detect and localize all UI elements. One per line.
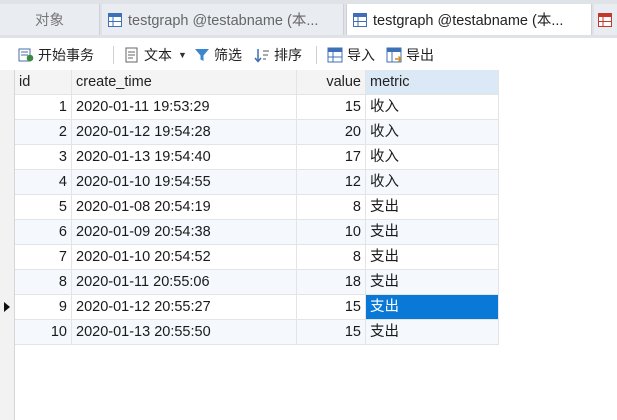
tab-bar: 对象 testgraph @testabname (本... testgraph…	[0, 0, 617, 38]
cell-create-time[interactable]: 2020-01-13 20:55:50	[72, 320, 297, 344]
cell-id[interactable]: 4	[15, 170, 72, 194]
cell-id[interactable]: 1	[15, 95, 72, 119]
tab-more[interactable]	[594, 4, 617, 35]
table-icon	[598, 12, 612, 27]
cell-value[interactable]: 10	[297, 220, 366, 244]
cell-value[interactable]: 8	[297, 195, 366, 219]
sort-label: 排序	[274, 47, 302, 63]
column-header-id[interactable]: id	[15, 70, 72, 94]
text-icon	[125, 47, 138, 63]
text-button[interactable]: 文本 ▼	[124, 44, 187, 66]
cell-id[interactable]: 8	[15, 270, 72, 294]
cell-create-time[interactable]: 2020-01-11 19:53:29	[72, 95, 297, 119]
cell-create-time[interactable]: 2020-01-10 20:54:52	[72, 245, 297, 269]
cell-create-time[interactable]: 2020-01-09 20:54:38	[72, 220, 297, 244]
toolbar: 开始事务 文本 ▼ 筛选 排序 导入 导出	[0, 38, 617, 70]
import-button[interactable]: 导入	[327, 44, 375, 66]
table-row[interactable]: 3 2020-01-13 19:54:40 17 收入	[15, 145, 499, 170]
table-row[interactable]: 4 2020-01-10 19:54:55 12 收入	[15, 170, 499, 195]
cell-value[interactable]: 20	[297, 120, 366, 144]
table-row[interactable]: 5 2020-01-08 20:54:19 8 支出	[15, 195, 499, 220]
cell-metric[interactable]: 支出	[366, 245, 499, 269]
cell-create-time[interactable]: 2020-01-12 20:55:27	[72, 295, 297, 319]
cell-value[interactable]: 15	[297, 320, 366, 344]
cell-value[interactable]: 15	[297, 95, 366, 119]
cell-create-time[interactable]: 2020-01-10 19:54:55	[72, 170, 297, 194]
table-icon	[108, 12, 122, 27]
row-gutter	[0, 70, 15, 420]
tab-objects-label: 对象	[35, 13, 64, 29]
table-row[interactable]: 6 2020-01-09 20:54:38 10 支出	[15, 220, 499, 245]
cell-id[interactable]: 2	[15, 120, 72, 144]
cell-value[interactable]: 8	[297, 245, 366, 269]
column-header-value[interactable]: value	[297, 70, 366, 94]
table-row[interactable]: 2 2020-01-12 19:54:28 20 收入	[15, 120, 499, 145]
begin-transaction-button[interactable]: 开始事务	[18, 44, 94, 66]
tab-testgraph-2[interactable]: testgraph @testabname (本...	[346, 4, 592, 35]
table-row[interactable]: 7 2020-01-10 20:54:52 8 支出	[15, 245, 499, 270]
sort-icon	[254, 49, 269, 63]
cell-metric[interactable]: 收入	[366, 95, 499, 119]
begin-transaction-icon	[18, 48, 34, 62]
tab-objects[interactable]: 对象	[0, 4, 100, 35]
tab-testgraph-1[interactable]: testgraph @testabname (本...	[102, 4, 344, 35]
cell-id[interactable]: 3	[15, 145, 72, 169]
cell-value[interactable]: 17	[297, 145, 366, 169]
cell-create-time[interactable]: 2020-01-12 19:54:28	[72, 120, 297, 144]
column-header-metric[interactable]: metric	[366, 70, 499, 94]
text-label: 文本	[144, 47, 172, 63]
cell-create-time[interactable]: 2020-01-13 19:54:40	[72, 145, 297, 169]
filter-button[interactable]: 筛选	[194, 44, 242, 66]
cell-metric[interactable]: 支出	[366, 320, 499, 344]
toolbar-divider	[113, 46, 114, 64]
filter-icon	[195, 49, 209, 61]
table-row[interactable]: 9 2020-01-12 20:55:27 15 支出	[15, 295, 499, 320]
toolbar-divider	[316, 46, 317, 64]
cell-metric[interactable]: 支出	[366, 220, 499, 244]
import-icon	[327, 47, 343, 63]
cell-id[interactable]: 6	[15, 220, 72, 244]
import-label: 导入	[347, 47, 375, 63]
cell-id[interactable]: 9	[15, 295, 72, 319]
cell-metric[interactable]: 支出	[366, 295, 499, 319]
cell-create-time[interactable]: 2020-01-11 20:55:06	[72, 270, 297, 294]
cell-metric[interactable]: 收入	[366, 170, 499, 194]
export-button[interactable]: 导出	[386, 44, 434, 66]
cell-id[interactable]: 5	[15, 195, 72, 219]
tab-testgraph-1-label: testgraph @testabname (本...	[128, 13, 319, 29]
chevron-down-icon: ▼	[178, 50, 187, 60]
header-row: id create_time value metric	[15, 70, 499, 95]
cell-create-time[interactable]: 2020-01-08 20:54:19	[72, 195, 297, 219]
begin-transaction-label: 开始事务	[38, 47, 94, 63]
row-marker-icon	[4, 302, 10, 312]
table-row[interactable]: 1 2020-01-11 19:53:29 15 收入	[15, 95, 499, 120]
cell-id[interactable]: 10	[15, 320, 72, 344]
export-label: 导出	[406, 47, 434, 63]
data-grid: id create_time value metric 1 2020-01-11 …	[0, 70, 617, 420]
cell-metric[interactable]: 收入	[366, 120, 499, 144]
cell-metric[interactable]: 支出	[366, 270, 499, 294]
filter-label: 筛选	[214, 47, 242, 63]
table-row[interactable]: 10 2020-01-13 20:55:50 15 支出	[15, 320, 499, 345]
table-row[interactable]: 8 2020-01-11 20:55:06 18 支出	[15, 270, 499, 295]
cell-value[interactable]: 18	[297, 270, 366, 294]
sort-button[interactable]: 排序	[254, 44, 302, 66]
table-icon	[353, 12, 367, 27]
cell-value[interactable]: 15	[297, 295, 366, 319]
export-icon	[386, 47, 402, 63]
cell-metric[interactable]: 收入	[366, 145, 499, 169]
column-header-create-time[interactable]: create_time	[72, 70, 297, 94]
tab-testgraph-2-label: testgraph @testabname (本...	[373, 13, 564, 29]
cell-metric[interactable]: 支出	[366, 195, 499, 219]
cell-id[interactable]: 7	[15, 245, 72, 269]
cell-value[interactable]: 12	[297, 170, 366, 194]
